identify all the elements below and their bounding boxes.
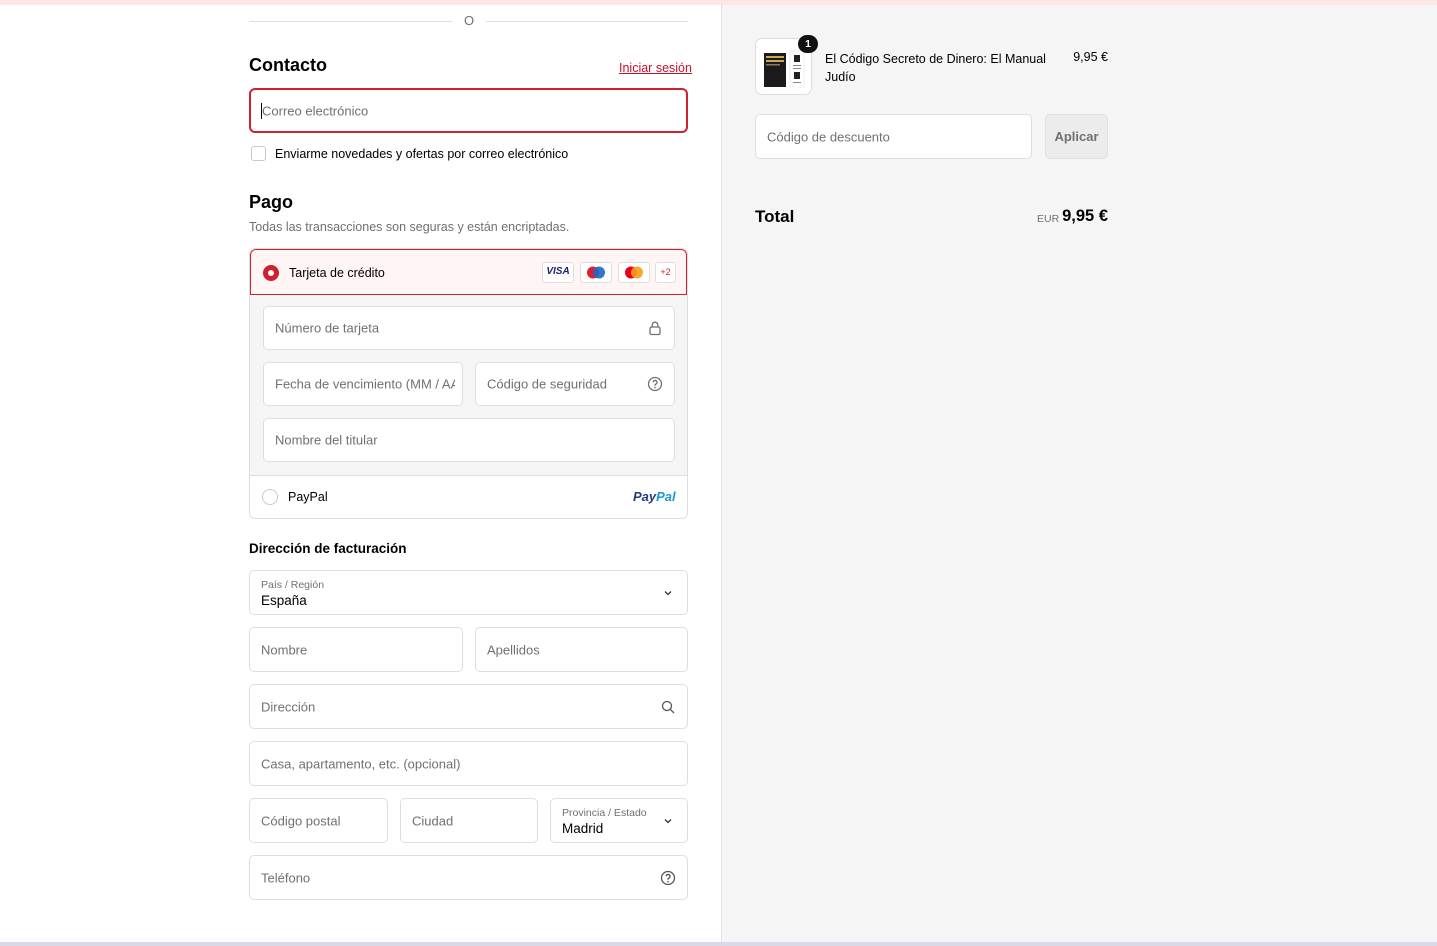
- card-number-field[interactable]: Número de tarjeta: [263, 306, 675, 350]
- email-placeholder: Correo electrónico: [262, 103, 369, 118]
- expiry-field[interactable]: Fecha de vencimiento (MM / AA): [263, 362, 463, 406]
- divider-line-right: [486, 21, 688, 22]
- paypal-label: PayPal: [288, 490, 328, 504]
- paypal-radio[interactable]: [262, 489, 278, 505]
- contact-title: Contacto: [249, 55, 327, 75]
- product-price: 9,95 €: [1073, 50, 1108, 64]
- security-code-field[interactable]: Código de seguridad: [475, 362, 675, 406]
- first-name-placeholder: Nombre: [261, 642, 308, 657]
- total-currency: EUR: [1037, 213, 1060, 225]
- quantity-badge: 1: [798, 35, 818, 53]
- chevron-down-icon: [664, 818, 672, 823]
- search-icon: [661, 700, 675, 713]
- city-placeholder: Ciudad: [412, 813, 454, 828]
- apartment-placeholder: Casa, apartamento, etc. (opcional): [261, 756, 461, 771]
- discount-code-placeholder: Código de descuento: [767, 129, 890, 144]
- billing-title: Dirección de facturación: [249, 541, 407, 556]
- cardholder-name-placeholder: Nombre del titular: [275, 432, 378, 448]
- divider-or-text: O: [463, 13, 475, 28]
- more-cards-badge: +2: [655, 262, 676, 283]
- credit-card-radio[interactable]: [263, 265, 279, 281]
- total-label: Total: [755, 207, 795, 226]
- payment-option-credit-card[interactable]: Tarjeta de crédito VISA +2: [250, 249, 687, 295]
- payment-title: Pago: [249, 192, 294, 212]
- country-select[interactable]: País / Región España: [249, 570, 688, 615]
- bottom-edge-line: [0, 942, 1437, 946]
- apply-discount-button[interactable]: Aplicar: [1045, 114, 1108, 159]
- expiry-placeholder: Fecha de vencimiento (MM / AA): [275, 376, 455, 392]
- cardholder-name-field[interactable]: Nombre del titular: [263, 418, 675, 462]
- total-value: 9,95 €: [1062, 207, 1108, 225]
- divider-line-left: [249, 21, 452, 22]
- lock-icon: [649, 321, 661, 336]
- payment-subtitle: Todas las transacciones son seguras y es…: [249, 220, 570, 234]
- address-field[interactable]: Dirección: [249, 684, 688, 729]
- newsletter-label: Enviarme novedades y ofertas por correo …: [275, 147, 569, 161]
- city-field[interactable]: Ciudad: [400, 798, 538, 843]
- credit-card-label: Tarjeta de crédito: [289, 266, 385, 280]
- mastercard-icon: [618, 262, 650, 283]
- chevron-down-icon: [664, 590, 672, 595]
- country-label: País / Región: [261, 579, 325, 591]
- first-name-field[interactable]: Nombre: [249, 627, 463, 672]
- address-placeholder: Dirección: [261, 699, 316, 714]
- province-select[interactable]: Provincia / Estado Madrid: [550, 798, 688, 843]
- last-name-placeholder: Apellidos: [487, 642, 540, 657]
- postal-code-field[interactable]: Código postal: [249, 798, 388, 843]
- discount-code-field[interactable]: Código de descuento: [755, 114, 1032, 159]
- country-value: España: [261, 593, 307, 608]
- login-link[interactable]: Iniciar sesión: [619, 61, 692, 75]
- visa-icon: VISA: [542, 262, 574, 283]
- help-circle-icon[interactable]: [647, 376, 663, 392]
- card-number-placeholder: Número de tarjeta: [275, 320, 380, 336]
- email-field[interactable]: Correo electrónico: [249, 88, 688, 133]
- province-label: Provincia / Estado: [562, 807, 647, 819]
- last-name-field[interactable]: Apellidos: [475, 627, 688, 672]
- postal-code-placeholder: Código postal: [261, 813, 341, 828]
- phone-field[interactable]: Teléfono: [249, 855, 688, 900]
- apartment-field[interactable]: Casa, apartamento, etc. (opcional): [249, 741, 688, 786]
- product-name: El Código Secreto de Dinero: El Manual J…: [825, 52, 1046, 84]
- maestro-icon: [580, 262, 612, 283]
- newsletter-checkbox[interactable]: [251, 146, 266, 161]
- help-circle-icon[interactable]: [660, 870, 676, 886]
- paypal-logo: PayPal: [633, 489, 676, 504]
- province-value: Madrid: [562, 821, 604, 836]
- security-code-placeholder: Código de seguridad: [487, 376, 607, 392]
- phone-placeholder: Teléfono: [261, 870, 311, 885]
